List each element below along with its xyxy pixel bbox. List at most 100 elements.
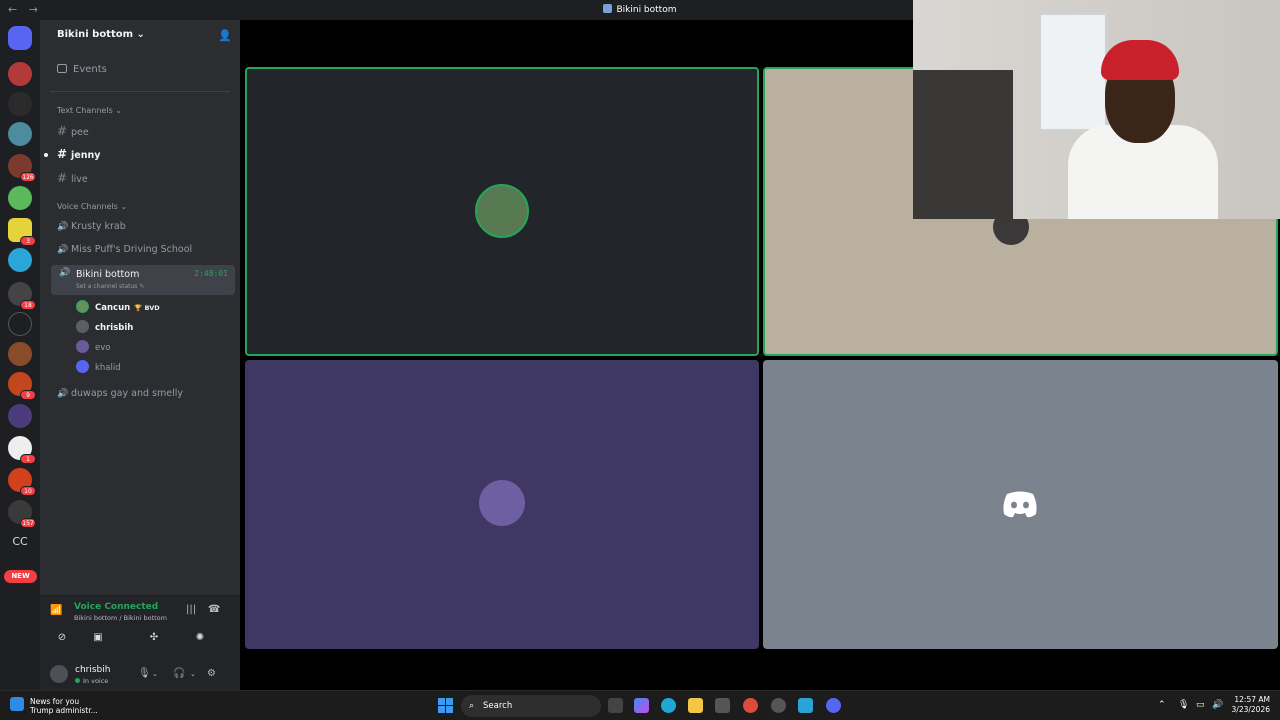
channel-jenny[interactable]: # jenny [57, 147, 100, 161]
hash-icon: # [57, 147, 68, 161]
news-widget[interactable]: News for you Trump administr... [10, 697, 98, 715]
server-icon[interactable]: 126 [8, 154, 36, 182]
webcam-window [1038, 12, 1108, 132]
server-cc[interactable]: CC [8, 530, 32, 554]
volume-icon[interactable]: 🔊 [1212, 700, 1223, 710]
task-view-icon[interactable] [608, 698, 623, 713]
server-icon[interactable] [8, 404, 32, 428]
headphones-icon[interactable]: 🎧 [173, 668, 185, 679]
chrome-icon[interactable] [743, 698, 758, 713]
speaker-icon: 🔊 [57, 245, 69, 255]
user-panel: chrisbih In voice 🎙 ⌄ 🎧 ⌄ ⚙ [40, 657, 240, 690]
unread-badge: 126 [20, 172, 36, 182]
server-icon [603, 4, 613, 13]
unread-badge: 157 [20, 518, 36, 528]
noise-suppression-icon[interactable]: ||| [186, 604, 196, 615]
avatar [76, 360, 89, 373]
avatar[interactable] [50, 665, 68, 683]
server-name[interactable]: Bikini bottom ⌄ [57, 29, 145, 40]
category-voice-channels[interactable]: Voice Channels ⌄ [57, 202, 127, 211]
unread-badge: 18 [20, 300, 36, 310]
edge-icon[interactable] [661, 698, 676, 713]
server-icon[interactable] [8, 342, 32, 366]
microphone-icon[interactable]: 🎙 [1178, 700, 1189, 710]
speaker-icon: 🔊 [57, 389, 69, 399]
signal-icon: 📶 [50, 605, 63, 616]
server-icon[interactable]: 18 [8, 282, 36, 310]
server-icon[interactable] [8, 62, 32, 86]
events-link[interactable]: Events [57, 64, 107, 75]
new-badge[interactable]: NEW [4, 570, 37, 583]
calendar-icon [57, 64, 67, 73]
category-text-channels[interactable]: Text Channels ⌄ [57, 106, 122, 115]
camera-off-icon[interactable]: ⊘ [42, 632, 82, 650]
unread-badge: 9 [20, 390, 36, 400]
speaker-icon: 🔊 [57, 222, 69, 232]
unread-badge: 1 [20, 454, 36, 464]
invite-icon[interactable]: 👤 [218, 29, 232, 42]
user-status: In voice [75, 677, 108, 685]
hash-icon: # [57, 124, 68, 138]
server-icon[interactable]: 1 [8, 436, 36, 464]
server-icon[interactable]: 3 [8, 218, 36, 246]
voice-connected-panel: 📶 Voice Connected Bikini bottom / Bikini… [40, 595, 240, 657]
clock[interactable]: 12:57 AM 3/23/2026 [1226, 695, 1270, 715]
webcam-overlay [913, 0, 1280, 219]
voice-status[interactable]: Voice Connected [74, 602, 158, 612]
channel-live[interactable]: # live [57, 171, 88, 185]
voice-channel-duwaps[interactable]: 🔊 duwaps gay and smelly [57, 388, 183, 399]
screen-share-icon[interactable]: ▣ [78, 632, 118, 650]
username: chrisbih [75, 665, 111, 675]
unread-badge: 10 [20, 486, 36, 496]
voice-channel-miss-puff[interactable]: 🔊 Miss Puff's Driving School [57, 244, 192, 255]
voice-member[interactable]: evo [76, 340, 110, 353]
server-icon[interactable]: 10 [8, 468, 36, 496]
hash-icon: # [57, 171, 68, 185]
chevron-down-icon[interactable]: ⌄ [190, 670, 196, 678]
windows-start-icon[interactable] [438, 698, 453, 713]
file-explorer-icon[interactable] [688, 698, 703, 713]
voice-member[interactable]: chrisbih [76, 320, 133, 333]
participant-tile-cancun[interactable] [245, 67, 759, 356]
participant-tile-evo[interactable] [245, 360, 759, 649]
server-icon[interactable] [8, 92, 32, 116]
taskbar-search[interactable]: ⌕ Search [461, 695, 601, 717]
activities-icon[interactable]: ✣ [134, 632, 174, 650]
server-icon[interactable] [8, 312, 32, 336]
weather-icon [10, 697, 24, 711]
avatar [475, 184, 529, 238]
avatar [76, 300, 89, 313]
chevron-down-icon[interactable]: ⌄ [152, 670, 158, 678]
voice-member[interactable]: Cancun 🏆 BVD [76, 300, 160, 313]
microphone-icon[interactable]: 🎙 [138, 668, 151, 679]
copilot-icon[interactable] [634, 698, 649, 713]
voice-location[interactable]: Bikini bottom / Bikini bottom [74, 614, 167, 622]
server-icon[interactable]: 157 [8, 500, 36, 528]
server-icon[interactable] [8, 186, 32, 210]
status-dot [75, 678, 80, 683]
avatar [76, 320, 89, 333]
discord-home-icon[interactable] [8, 26, 32, 50]
network-icon[interactable]: ▭ [1196, 700, 1205, 710]
app-icon[interactable] [771, 698, 786, 713]
gear-icon[interactable]: ⚙ [207, 668, 216, 679]
channel-status[interactable]: Set a channel status ✎ [76, 283, 144, 290]
store-icon[interactable] [715, 698, 730, 713]
server-icon[interactable] [8, 122, 32, 146]
server-rail: 126 3 18 9 1 10 157 CC NEW [0, 20, 40, 690]
divider [50, 91, 230, 92]
disconnect-icon[interactable]: ☎ [208, 604, 220, 615]
soundboard-icon[interactable]: ✺ [180, 632, 220, 650]
server-icon[interactable] [8, 248, 32, 272]
voice-channel-krusty-krab[interactable]: 🔊 Krusty krab [57, 221, 126, 232]
voice-channel-bikini-bottom[interactable]: 🔊 Bikini bottom 2:48:01 Set a channel st… [51, 265, 235, 295]
server-icon[interactable]: 9 [8, 372, 36, 400]
notepad-icon[interactable] [798, 698, 813, 713]
participant-tile-khalid[interactable] [763, 360, 1278, 649]
avatar [479, 480, 525, 526]
voice-member[interactable]: khalid [76, 360, 121, 373]
channel-pee[interactable]: # pee [57, 124, 89, 138]
unread-badge: 3 [20, 236, 36, 246]
discord-icon[interactable] [826, 698, 841, 713]
chevron-up-icon[interactable]: ⌃ [1158, 700, 1166, 710]
